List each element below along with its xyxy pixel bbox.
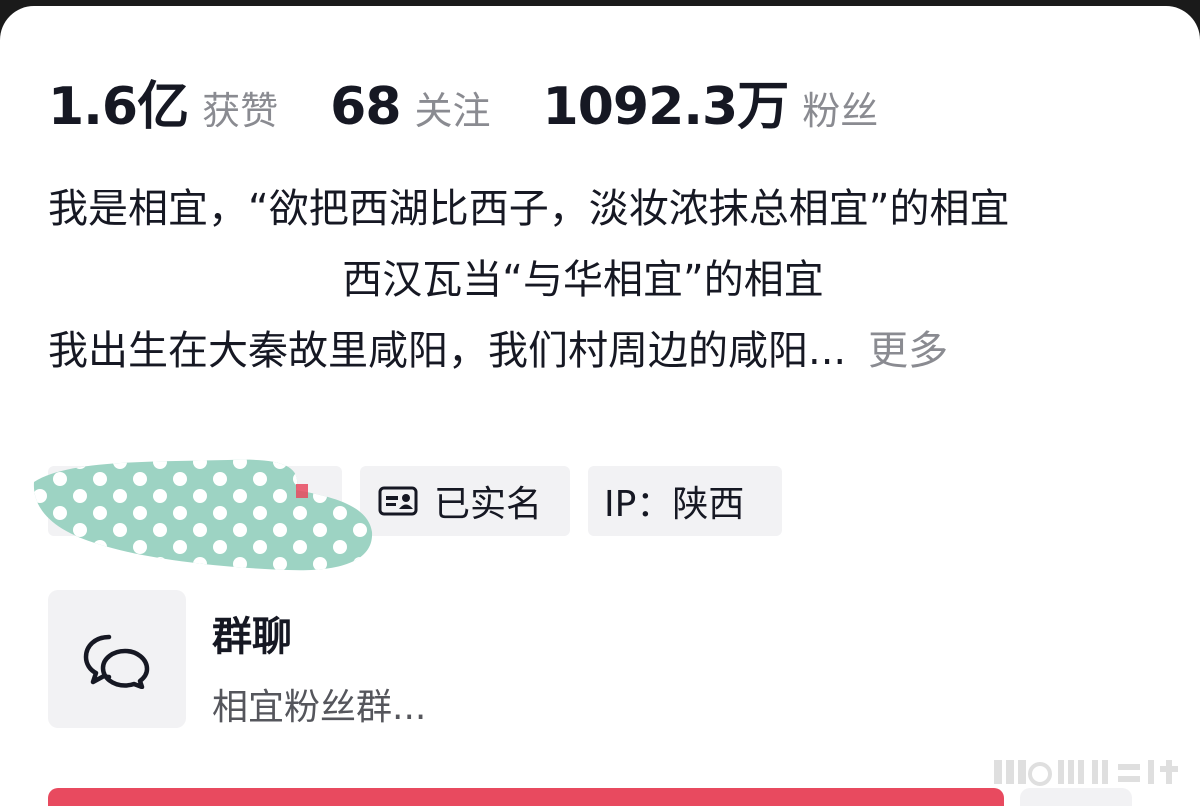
ip-label: IP：陕西 bbox=[604, 484, 745, 525]
chat-bubbles-icon bbox=[83, 634, 150, 689]
bio-more-link[interactable]: 更多 bbox=[868, 328, 948, 374]
profile-bio[interactable]: 我是相宜，“欲把西湖比西子，淡妆浓抹总相宜”的相宜 西汉瓦当“与华相宜”的相宜 … bbox=[48, 174, 1158, 387]
group-chat-title: 群聊 bbox=[212, 614, 292, 660]
followers-count: 1092.3万 bbox=[542, 77, 790, 137]
bio-line-1: 我是相宜，“欲把西湖比西子，淡妆浓抹总相宜”的相宜 bbox=[48, 186, 1010, 232]
verified-tag[interactable]: 已实名 bbox=[360, 466, 570, 536]
likes-label: 获赞 bbox=[202, 89, 279, 133]
likes-stat: 1.6亿 获赞 bbox=[48, 64, 278, 139]
profile-stats: 1.6亿 获赞 68 关注 1092.3万 粉丝 bbox=[48, 64, 930, 139]
message-button[interactable] bbox=[1020, 788, 1132, 806]
bio-line-3: 我出生在大秦故里咸阳，我们村周边的咸阳... 更多 bbox=[48, 316, 1158, 387]
profile-card: 1.6亿 获赞 68 关注 1092.3万 粉丝 我是相宜，“欲把西湖比西子，淡… bbox=[0, 6, 1200, 806]
followers-label: 粉丝 bbox=[802, 89, 879, 133]
watermark-logo bbox=[994, 760, 1178, 786]
following-stat[interactable]: 68 关注 bbox=[330, 77, 490, 137]
bio-line-3-text: 我出生在大秦故里咸阳，我们村周边的咸阳... bbox=[48, 328, 847, 374]
group-chat-icon-box bbox=[48, 590, 186, 728]
following-count: 68 bbox=[330, 77, 401, 137]
verified-label: 已实名 bbox=[434, 484, 543, 525]
bio-line-2: 西汉瓦当“与华相宜”的相宜 bbox=[342, 257, 824, 303]
redaction-blob bbox=[33, 459, 373, 571]
followers-stat[interactable]: 1092.3万 粉丝 bbox=[543, 64, 879, 139]
ip-location-tag: IP：陕西 bbox=[588, 466, 782, 536]
group-chat-subtitle: 相宜粉丝群... bbox=[212, 687, 427, 728]
following-label: 关注 bbox=[414, 89, 491, 133]
likes-count: 1.6亿 bbox=[48, 77, 189, 137]
group-chat-entry[interactable]: 群聊 相宜粉丝群... bbox=[48, 590, 1148, 730]
id-card-icon bbox=[378, 486, 418, 516]
follow-button[interactable] bbox=[48, 788, 1004, 806]
